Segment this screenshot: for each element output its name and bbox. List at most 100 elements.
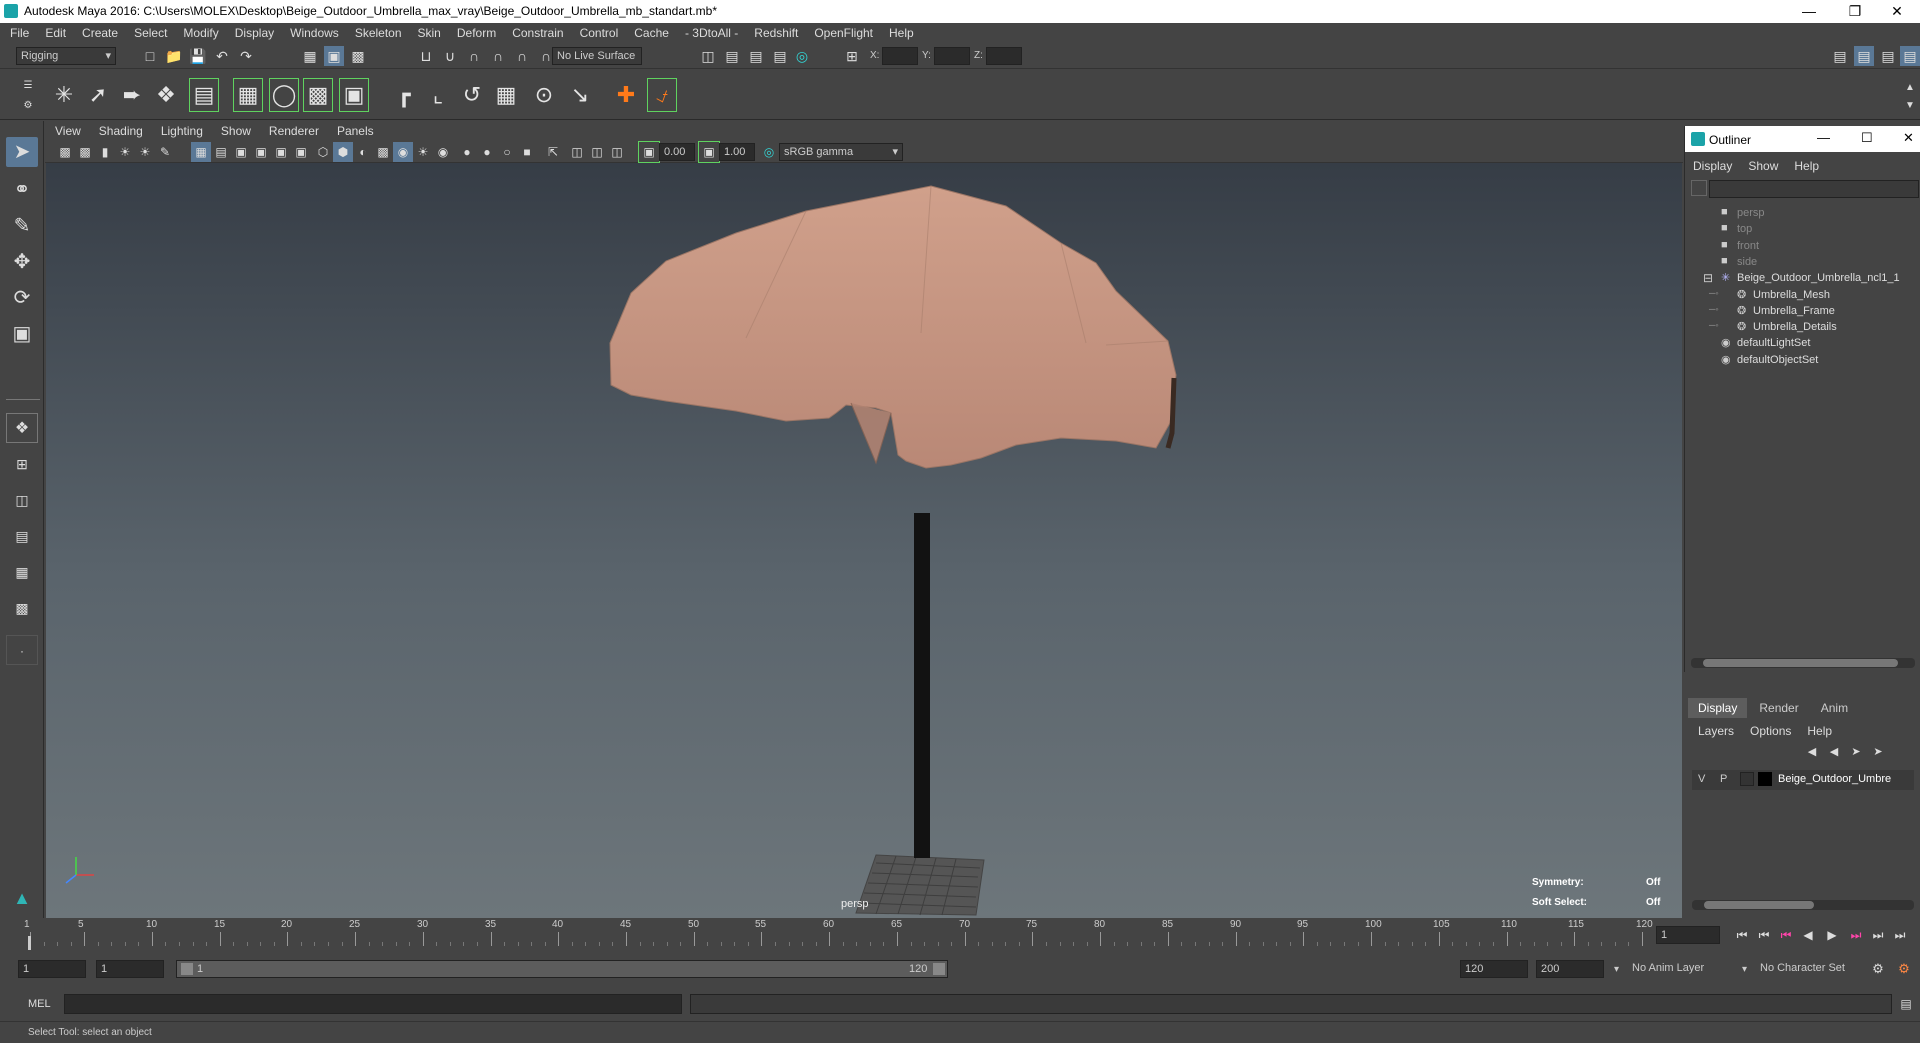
anim-layer-dropdown[interactable]: No Anim Layer bbox=[1628, 960, 1738, 978]
outliner-search-input[interactable] bbox=[1709, 180, 1919, 198]
command-input[interactable] bbox=[64, 994, 682, 1014]
menu-constrain[interactable]: Constrain bbox=[512, 26, 563, 40]
layer-color-swatch[interactable] bbox=[1758, 772, 1772, 786]
redo-icon[interactable]: ↷ bbox=[236, 46, 256, 66]
layer-menu-help[interactable]: Help bbox=[1807, 724, 1832, 738]
save-scene-icon[interactable]: 💾 bbox=[188, 46, 208, 66]
xray-icon[interactable]: ● bbox=[457, 142, 477, 162]
chevron-down-icon[interactable]: ▾ bbox=[1742, 964, 1747, 975]
point-constraint-icon[interactable]: ⌞ bbox=[424, 79, 452, 111]
film-gate-icon[interactable]: ▤ bbox=[211, 142, 231, 162]
script-editor-icon[interactable]: ▤ bbox=[1896, 994, 1916, 1014]
layer-scroll-thumb[interactable] bbox=[1704, 901, 1814, 909]
menu-openflight[interactable]: OpenFlight bbox=[814, 26, 873, 40]
xray-components-icon[interactable]: ○ bbox=[497, 142, 517, 162]
outliner-item[interactable]: ◉ defaultLightSet bbox=[1685, 336, 1920, 352]
z-field[interactable] bbox=[986, 47, 1022, 65]
layer-menu-layers[interactable]: Layers bbox=[1698, 724, 1734, 738]
graph-layout-icon[interactable]: ▦ bbox=[6, 557, 38, 587]
layer-tab-display[interactable]: Display bbox=[1688, 698, 1748, 718]
select-tool-icon[interactable]: ➤ bbox=[6, 137, 38, 167]
gamma-field[interactable]: 1.00 bbox=[719, 143, 755, 161]
snap-curve-icon[interactable]: ∪ bbox=[440, 46, 460, 66]
current-time-indicator[interactable] bbox=[28, 936, 31, 950]
ipr-render-icon[interactable]: ▤ bbox=[746, 46, 766, 66]
viewport-menu-view[interactable]: View bbox=[55, 124, 81, 138]
outliner-filter-icon[interactable] bbox=[1691, 180, 1707, 196]
camera-attributes-icon[interactable]: ▩ bbox=[75, 142, 95, 162]
chevron-down-icon[interactable]: ▾ bbox=[1614, 964, 1619, 975]
playback-end-field[interactable]: 120 bbox=[1460, 960, 1528, 978]
preferences-icon[interactable]: ⚙ bbox=[1894, 959, 1914, 979]
joint-tool-icon[interactable]: ✳ bbox=[50, 79, 78, 111]
parent-constraint-icon[interactable]: ┏ bbox=[390, 79, 418, 111]
snap-view-icon[interactable]: ∩ bbox=[488, 46, 508, 66]
character-set-dropdown[interactable]: No Character Set bbox=[1756, 960, 1874, 978]
layer-tab-render[interactable]: Render bbox=[1749, 698, 1808, 718]
sculpt-deformer-icon[interactable]: ◯ bbox=[269, 78, 299, 112]
camera-select-icon[interactable]: ▩ bbox=[55, 142, 75, 162]
shelf-menu-icon[interactable]: ☰ bbox=[18, 76, 38, 96]
select-hierarchy-icon[interactable]: ▦ bbox=[300, 46, 320, 66]
step-forward-frame-icon[interactable]: ⏭ bbox=[1868, 925, 1888, 945]
viewport-menu-lighting[interactable]: Lighting bbox=[161, 124, 203, 138]
render-sequence-icon[interactable]: ▤ bbox=[722, 46, 742, 66]
use-all-lights-icon[interactable]: ◉ bbox=[393, 142, 413, 162]
menu-create[interactable]: Create bbox=[82, 26, 118, 40]
menu-deform[interactable]: Deform bbox=[457, 26, 496, 40]
step-back-key-icon[interactable]: ⏮ bbox=[1776, 925, 1796, 945]
outliner-restore-button[interactable]: ☐ bbox=[1861, 130, 1873, 146]
lasso-tool-icon[interactable]: ⚭ bbox=[6, 175, 38, 205]
four-view-layout-icon[interactable]: ⊞ bbox=[6, 449, 38, 479]
restore-button[interactable]: ❐ bbox=[1832, 0, 1878, 23]
bookmark-icon[interactable]: ▮ bbox=[95, 142, 115, 162]
menu-display[interactable]: Display bbox=[235, 26, 274, 40]
snap-point-icon[interactable]: ∩ bbox=[464, 46, 484, 66]
x-field[interactable] bbox=[882, 47, 918, 65]
range-end-handle[interactable] bbox=[933, 963, 945, 975]
step-back-frame-icon[interactable]: ⏮ bbox=[1754, 925, 1774, 945]
isolate-select-icon[interactable]: ◉ bbox=[433, 142, 453, 162]
wrap-deformer-icon[interactable]: ▩ bbox=[303, 78, 333, 112]
skin-bind-icon[interactable]: ❖ bbox=[152, 79, 180, 111]
outliner-menu-show[interactable]: Show bbox=[1748, 159, 1778, 173]
ambient-occlusion-icon[interactable]: ⇱ bbox=[543, 142, 563, 162]
step-forward-key-icon[interactable]: ⏭ bbox=[1846, 925, 1866, 945]
outliner-close-button[interactable]: ✕ bbox=[1903, 130, 1914, 146]
outliner-item[interactable]: ─◦ ❂ Umbrella_Mesh bbox=[1685, 288, 1920, 304]
menu-skin[interactable]: Skin bbox=[418, 26, 441, 40]
multisample-icon[interactable]: ◫ bbox=[587, 142, 607, 162]
layer-visibility-toggle[interactable]: V bbox=[1698, 773, 1705, 785]
time-slider[interactable]: 1 5 10 15 20 25 30 35 40 45 50 55 60 65 70 75 80 85 90 95 10… bbox=[0, 918, 1920, 950]
layer-tab-anim[interactable]: Anim bbox=[1811, 698, 1858, 718]
blend-shape-icon[interactable]: ▣ bbox=[339, 78, 369, 112]
outliner-layout-icon[interactable]: ▤ bbox=[6, 521, 38, 551]
toggle-panel-icon[interactable]: ▤ bbox=[1830, 46, 1850, 66]
exposure-field[interactable]: 0.00 bbox=[659, 143, 695, 161]
render-settings-icon[interactable]: ▤ bbox=[770, 46, 790, 66]
outliner-item[interactable]: ─◦ ❂ Umbrella_Frame bbox=[1685, 304, 1920, 320]
move-layer-up-icon[interactable]: ◀ bbox=[1802, 742, 1822, 762]
menu-cache[interactable]: Cache bbox=[634, 26, 669, 40]
shelf-scroll-down-icon[interactable]: ▼ bbox=[1900, 96, 1920, 116]
scale-constraint-icon[interactable]: ▦ bbox=[492, 79, 520, 111]
move-layer-down-icon[interactable]: ◀ bbox=[1824, 742, 1844, 762]
transform-constraint-icon[interactable]: ⊞ bbox=[842, 46, 862, 66]
range-start-handle[interactable] bbox=[181, 963, 193, 975]
menu-redshift[interactable]: Redshift bbox=[754, 26, 798, 40]
cluster-icon[interactable]: ▤ bbox=[189, 78, 219, 112]
select-object-icon[interactable]: ▣ bbox=[324, 46, 344, 66]
shelf-scroll-up-icon[interactable]: ▲ bbox=[1900, 78, 1920, 98]
menu-select[interactable]: Select bbox=[134, 26, 167, 40]
new-layer-selected-icon[interactable]: ➤ bbox=[1868, 742, 1888, 762]
go-to-end-icon[interactable]: ⏭ bbox=[1890, 925, 1910, 945]
playback-start-field[interactable]: 1 bbox=[96, 960, 164, 978]
snap-surface-icon[interactable]: ∩ bbox=[512, 46, 532, 66]
textured-icon[interactable]: ▩ bbox=[373, 142, 393, 162]
outliner-scroll-thumb[interactable] bbox=[1703, 659, 1898, 667]
layer-playback-toggle[interactable]: P bbox=[1720, 773, 1727, 785]
menu-3dtoall[interactable]: - 3DtoAll - bbox=[685, 26, 738, 40]
auto-key-icon[interactable]: ⚙ bbox=[1868, 959, 1888, 979]
current-frame-field[interactable]: 1 bbox=[1656, 926, 1720, 944]
range-bar[interactable]: 1 120 bbox=[176, 960, 948, 978]
